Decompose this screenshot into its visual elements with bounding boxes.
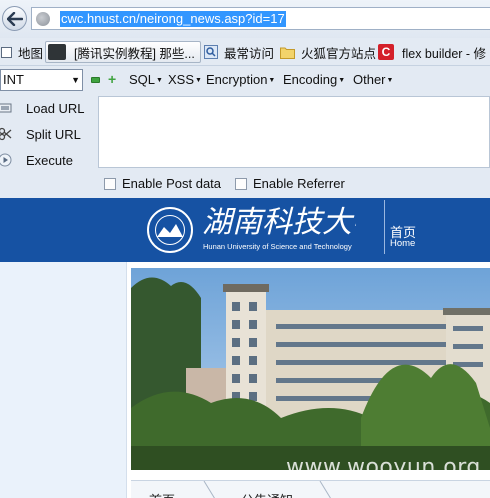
checkbox-box[interactable] [235, 177, 247, 190]
mode-select-value: INT [3, 72, 24, 87]
chevron-down-icon: ▼ [156, 77, 163, 84]
menu-label: Encoding [283, 72, 338, 87]
menu-label: Encryption [206, 72, 268, 87]
split-url-label: Split URL [26, 126, 81, 142]
bookmark-label: 火狐官方站点 [301, 46, 377, 61]
hackbar-url-textarea[interactable] [98, 96, 490, 168]
site-header: 湖南科技大学 Hunan University of Science and T… [0, 198, 490, 262]
bookmark-label: 地图 [18, 46, 44, 61]
tab-thumbnail-icon [48, 44, 66, 60]
enable-referrer-checkbox[interactable]: Enable Referrer [235, 176, 345, 191]
menu-encryption[interactable]: Encryption▼ [206, 66, 275, 94]
bookmark-label: flex builder - 修 [402, 46, 487, 61]
hackbar-toolbar: INT ▼ + SQL▼ XSS▼ Encryption▼ Encoding▼ … [0, 66, 490, 94]
tab-separator [319, 481, 331, 498]
bottom-nav-tabs: 首页 公告通知 [131, 480, 490, 498]
nav-home-sublabel[interactable]: Home [390, 238, 415, 249]
address-toolbar: cwc.hnust.cn/neirong_news.asp?id=17 [0, 0, 490, 38]
scissors-icon [0, 127, 12, 141]
load-url-icon [0, 103, 12, 113]
red-c-icon: C [378, 44, 394, 60]
mode-select[interactable]: INT ▼ [0, 69, 83, 91]
url-text[interactable]: cwc.hnust.cn/neirong_news.asp?id=17 [60, 11, 286, 27]
checkbox-icon [1, 46, 12, 58]
tab-separator [203, 481, 215, 498]
enable-post-label: Enable Post data [122, 176, 222, 191]
menu-other[interactable]: Other▼ [353, 66, 393, 94]
enable-post-checkbox[interactable]: Enable Post data [104, 176, 221, 191]
split-url-button[interactable]: Split URL [0, 122, 96, 146]
site-identity-icon[interactable] [36, 12, 50, 26]
bookmark-most-visited[interactable]: 最常访问 [204, 38, 274, 66]
minus-icon[interactable] [91, 77, 100, 83]
tab-home[interactable]: 首页 [149, 490, 175, 498]
execute-label: Execute [26, 152, 73, 168]
url-bar[interactable]: cwc.hnust.cn/neirong_news.asp?id=17 [31, 7, 490, 30]
bookmark-map[interactable]: 地图 [0, 38, 43, 66]
enable-referrer-label: Enable Referrer [253, 176, 345, 191]
bookmarks-toolbar: 地图 [腾讯实例教程] 那些... 最常访问 火狐官方站点 C flex bui… [0, 38, 490, 66]
bookmark-firefox-official[interactable]: 火狐官方站点 [280, 38, 376, 66]
chevron-down-icon: ▼ [268, 77, 276, 84]
university-name-logo: 湖南科技大学 [202, 205, 356, 238]
menu-label: SQL [129, 72, 156, 87]
chevron-down-icon: ▼ [386, 77, 394, 84]
magnifier-bookmark-icon [204, 45, 218, 59]
back-button[interactable] [2, 6, 27, 31]
menu-xss[interactable]: XSS▼ [168, 66, 202, 94]
load-url-label: Load URL [26, 100, 85, 116]
menu-label: Other [353, 72, 386, 87]
tab-announcements[interactable]: 公告通知 [241, 490, 293, 498]
menu-label: XSS [168, 72, 195, 87]
header-divider [384, 200, 385, 254]
play-icon [0, 153, 12, 167]
menu-sql[interactable]: SQL▼ [129, 66, 163, 94]
university-seal-icon [147, 207, 193, 253]
university-name-en: Hunan University of Science and Technolo… [203, 242, 352, 251]
university-name-cn: 湖南科技大学 [202, 205, 356, 238]
bookmark-flex-builder[interactable]: C flex builder - 修 [378, 38, 486, 66]
campus-building-photo [131, 268, 490, 470]
checkbox-box[interactable] [104, 177, 116, 190]
menu-encoding[interactable]: Encoding▼ [283, 66, 345, 94]
load-url-button[interactable]: Load URL [0, 96, 96, 120]
bookmark-label: [腾讯实例教程] 那些... [74, 46, 195, 61]
bookmark-tencent-tutorial[interactable]: [腾讯实例教程] 那些... [45, 41, 201, 63]
plus-icon[interactable]: + [108, 72, 118, 86]
watermark-text: www.wooyun.org [286, 455, 481, 480]
hackbar-panel: Load URL Split URL Execute Enable Post d… [0, 94, 490, 198]
back-arrow-icon [6, 11, 23, 26]
chevron-down-icon: ▼ [195, 77, 202, 84]
chevron-down-icon: ▼ [71, 75, 80, 85]
bookmark-label: 最常访问 [224, 46, 275, 61]
chevron-down-icon: ▼ [338, 77, 346, 84]
execute-button[interactable]: Execute [0, 148, 96, 172]
folder-icon [280, 47, 295, 59]
